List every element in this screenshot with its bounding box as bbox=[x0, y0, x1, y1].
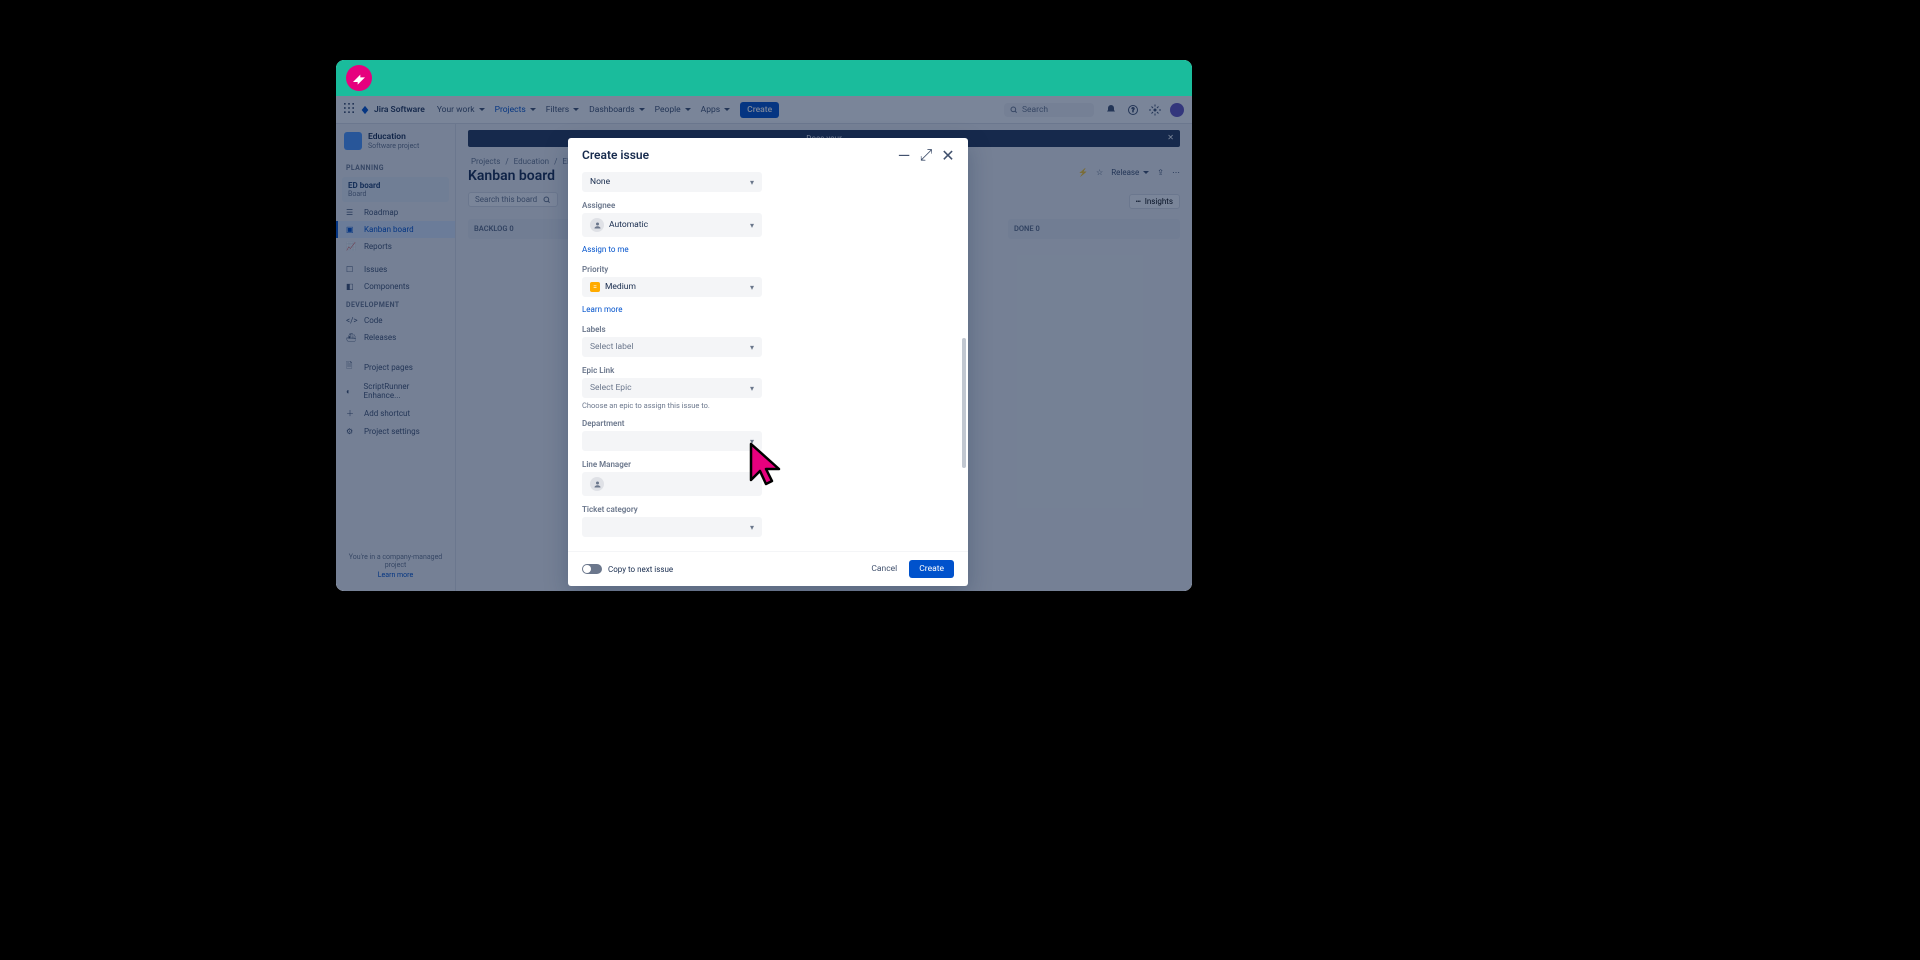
chevron-down-icon: ▾ bbox=[750, 221, 754, 230]
ticket-category-select[interactable]: ▾ bbox=[582, 517, 762, 537]
modal-title: Create issue bbox=[582, 148, 898, 162]
minimize-icon[interactable]: — bbox=[898, 149, 910, 161]
chevron-down-icon: ▾ bbox=[750, 523, 754, 532]
priority-label: Priority bbox=[582, 265, 954, 274]
assignee-label: Assignee bbox=[582, 201, 954, 210]
cancel-button[interactable]: Cancel bbox=[863, 560, 905, 578]
component-value: None bbox=[590, 177, 610, 187]
priority-select[interactable]: = Medium ▾ bbox=[582, 277, 762, 297]
chevron-down-icon: ▾ bbox=[750, 178, 754, 187]
department-label: Department bbox=[582, 419, 954, 428]
chevron-down-icon: ▾ bbox=[750, 437, 754, 446]
brand-bar bbox=[336, 60, 1192, 96]
user-icon bbox=[590, 218, 604, 232]
copy-next-label: Copy to next issue bbox=[608, 565, 673, 574]
chevron-down-icon: ▾ bbox=[750, 384, 754, 393]
assignee-select[interactable]: Automatic ▾ bbox=[582, 213, 762, 237]
priority-learn-more-link[interactable]: Learn more bbox=[582, 305, 622, 314]
app-body: Jira Software Your work Projects Filters… bbox=[336, 96, 1192, 591]
modal-scrollbar[interactable] bbox=[962, 338, 966, 468]
user-icon bbox=[590, 477, 604, 491]
copy-next-toggle[interactable] bbox=[582, 564, 602, 574]
close-icon[interactable]: ✕ bbox=[942, 149, 954, 161]
assign-to-me-link[interactable]: Assign to me bbox=[582, 245, 629, 254]
chevron-down-icon: ▾ bbox=[750, 343, 754, 352]
brand-logo-icon bbox=[346, 65, 372, 91]
labels-label: Labels bbox=[582, 325, 954, 334]
create-submit-button[interactable]: Create bbox=[909, 560, 954, 578]
line-manager-label: Line Manager bbox=[582, 460, 954, 469]
labels-placeholder: Select label bbox=[590, 342, 634, 352]
modal-body: None ▾ Assignee Automatic ▾ Assign to me… bbox=[568, 168, 968, 551]
epic-help-text: Choose an epic to assign this issue to. bbox=[582, 401, 954, 410]
labels-select[interactable]: Select label ▾ bbox=[582, 337, 762, 357]
expand-icon[interactable]: ⤢ bbox=[920, 149, 932, 161]
component-select[interactable]: None ▾ bbox=[582, 172, 762, 192]
line-manager-select[interactable] bbox=[582, 472, 762, 496]
priority-medium-icon: = bbox=[590, 282, 600, 292]
chevron-down-icon: ▾ bbox=[750, 283, 754, 292]
department-select[interactable]: ▾ bbox=[582, 431, 762, 451]
epic-placeholder: Select Epic bbox=[590, 383, 632, 393]
app-window: Jira Software Your work Projects Filters… bbox=[336, 60, 1192, 591]
assignee-value: Automatic bbox=[609, 220, 648, 230]
epic-select[interactable]: Select Epic ▾ bbox=[582, 378, 762, 398]
priority-value: Medium bbox=[605, 282, 636, 292]
epic-label: Epic Link bbox=[582, 366, 954, 375]
modal-footer: Copy to next issue Cancel Create bbox=[568, 551, 968, 586]
ticket-category-label: Ticket category bbox=[582, 505, 954, 514]
create-issue-modal: Create issue — ⤢ ✕ None ▾ Assignee Autom… bbox=[568, 138, 968, 586]
